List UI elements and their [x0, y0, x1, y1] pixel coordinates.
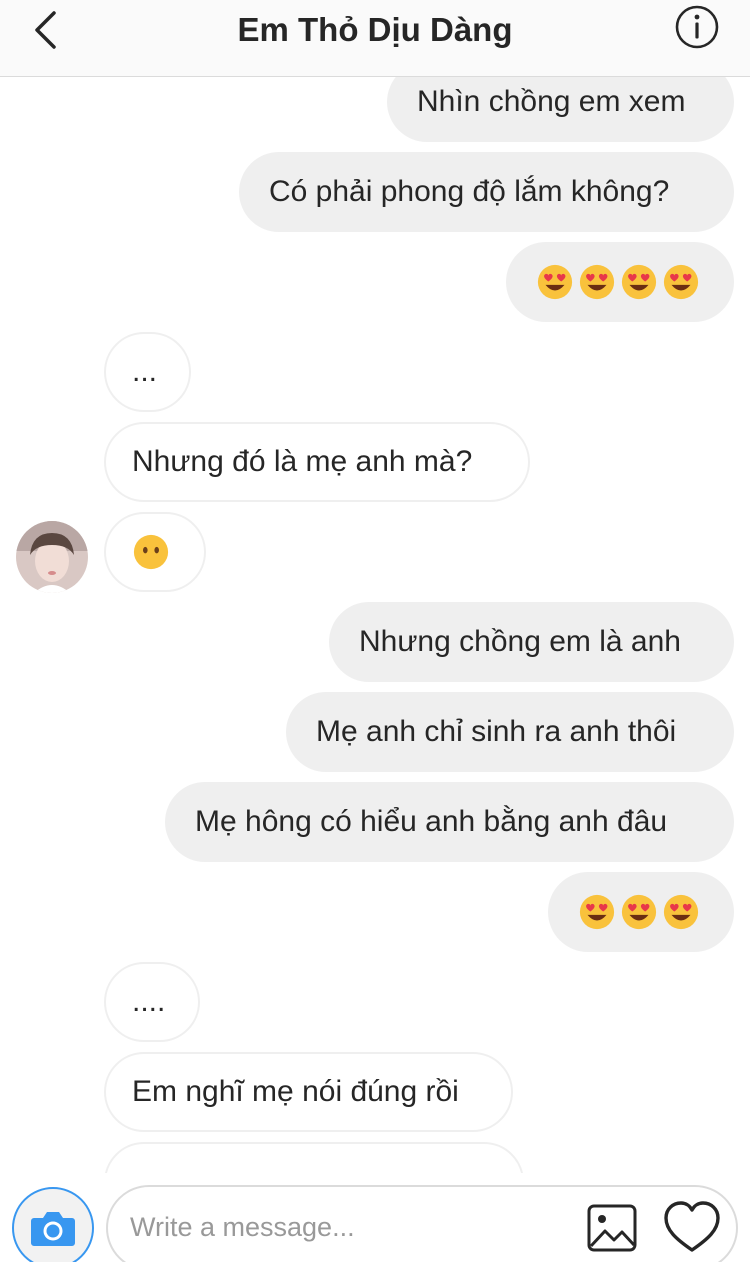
message-text: ....	[132, 985, 166, 1018]
emoji-row	[536, 242, 704, 322]
message-bubble-sent[interactable]: Nhưng chồng em là anh	[329, 602, 734, 682]
emoji-row	[132, 514, 178, 590]
gallery-button[interactable]	[586, 1203, 640, 1253]
emoji-bubble-sent[interactable]	[506, 242, 734, 322]
heart-icon	[664, 1201, 720, 1252]
emoji-bubble-received[interactable]	[104, 512, 206, 592]
message-bubble-received[interactable]: Nhưng đó là mẹ anh mà?	[104, 422, 530, 502]
avatar-photo	[16, 521, 88, 593]
message-text: Mẹ anh chỉ sinh ra anh thôi	[316, 715, 677, 748]
message-text: Em nghĩ mẹ nói đúng rồi	[132, 1075, 459, 1108]
message-bubble-received[interactable]: Em nghĩ mẹ nói đúng rồi	[104, 1052, 513, 1132]
message-text: ...	[132, 355, 158, 388]
message-thread: Nhìn chồng em xem Có phải phong độ lắm k…	[0, 77, 750, 1173]
conversation-title: Em Thỏ Dịu Dàng	[237, 11, 513, 48]
message-input[interactable]	[130, 1205, 570, 1249]
heart-eyes-emoji-icon	[663, 894, 699, 930]
chat-screen: Em Thỏ Dịu Dàng Nhìn chồng em xem Có phả…	[0, 0, 750, 1262]
message-text: Nhìn chồng em xem	[417, 85, 686, 118]
message-bubble-sent[interactable]: Nhìn chồng em xem	[387, 77, 734, 142]
message-bubble-received[interactable]: ...	[104, 332, 191, 412]
like-button[interactable]	[662, 1199, 722, 1255]
message-text: Mẹ hông có hiểu anh bằng anh đâu	[195, 805, 668, 838]
message-bubble-sent[interactable]: Mẹ anh chỉ sinh ra anh thôi	[286, 692, 734, 772]
camera-button[interactable]	[12, 1187, 94, 1262]
message-bubble-sent[interactable]: Mẹ hông có hiểu anh bằng anh đâu	[165, 782, 734, 862]
info-circle-icon	[675, 5, 719, 49]
heart-eyes-emoji-icon	[537, 264, 573, 300]
heart-eyes-emoji-icon	[621, 894, 657, 930]
message-bubble-sent[interactable]: Có phải phong độ lắm không?	[239, 152, 734, 232]
message-bubble-received[interactable]: ....	[104, 962, 200, 1042]
emoji-bubble-sent[interactable]	[548, 872, 734, 952]
chat-header: Em Thỏ Dịu Dàng	[0, 0, 750, 77]
face-without-mouth-emoji-icon	[133, 534, 169, 570]
gallery-icon	[587, 1204, 637, 1252]
message-text: Có phải phong độ lắm không?	[269, 175, 670, 208]
message-text: Nhưng chồng em là anh	[359, 625, 681, 658]
contact-avatar[interactable]	[16, 521, 88, 593]
info-button[interactable]	[674, 4, 720, 50]
message-bubble-received-clipped[interactable]	[104, 1142, 524, 1173]
heart-eyes-emoji-icon	[663, 264, 699, 300]
message-text: Nhưng đó là mẹ anh mà?	[132, 445, 473, 478]
heart-eyes-emoji-icon	[579, 894, 615, 930]
heart-eyes-emoji-icon	[621, 264, 657, 300]
camera-icon	[31, 1212, 75, 1246]
emoji-row	[578, 872, 704, 952]
message-input-wrapper	[106, 1185, 738, 1262]
message-composer	[0, 1173, 750, 1262]
heart-eyes-emoji-icon	[579, 264, 615, 300]
